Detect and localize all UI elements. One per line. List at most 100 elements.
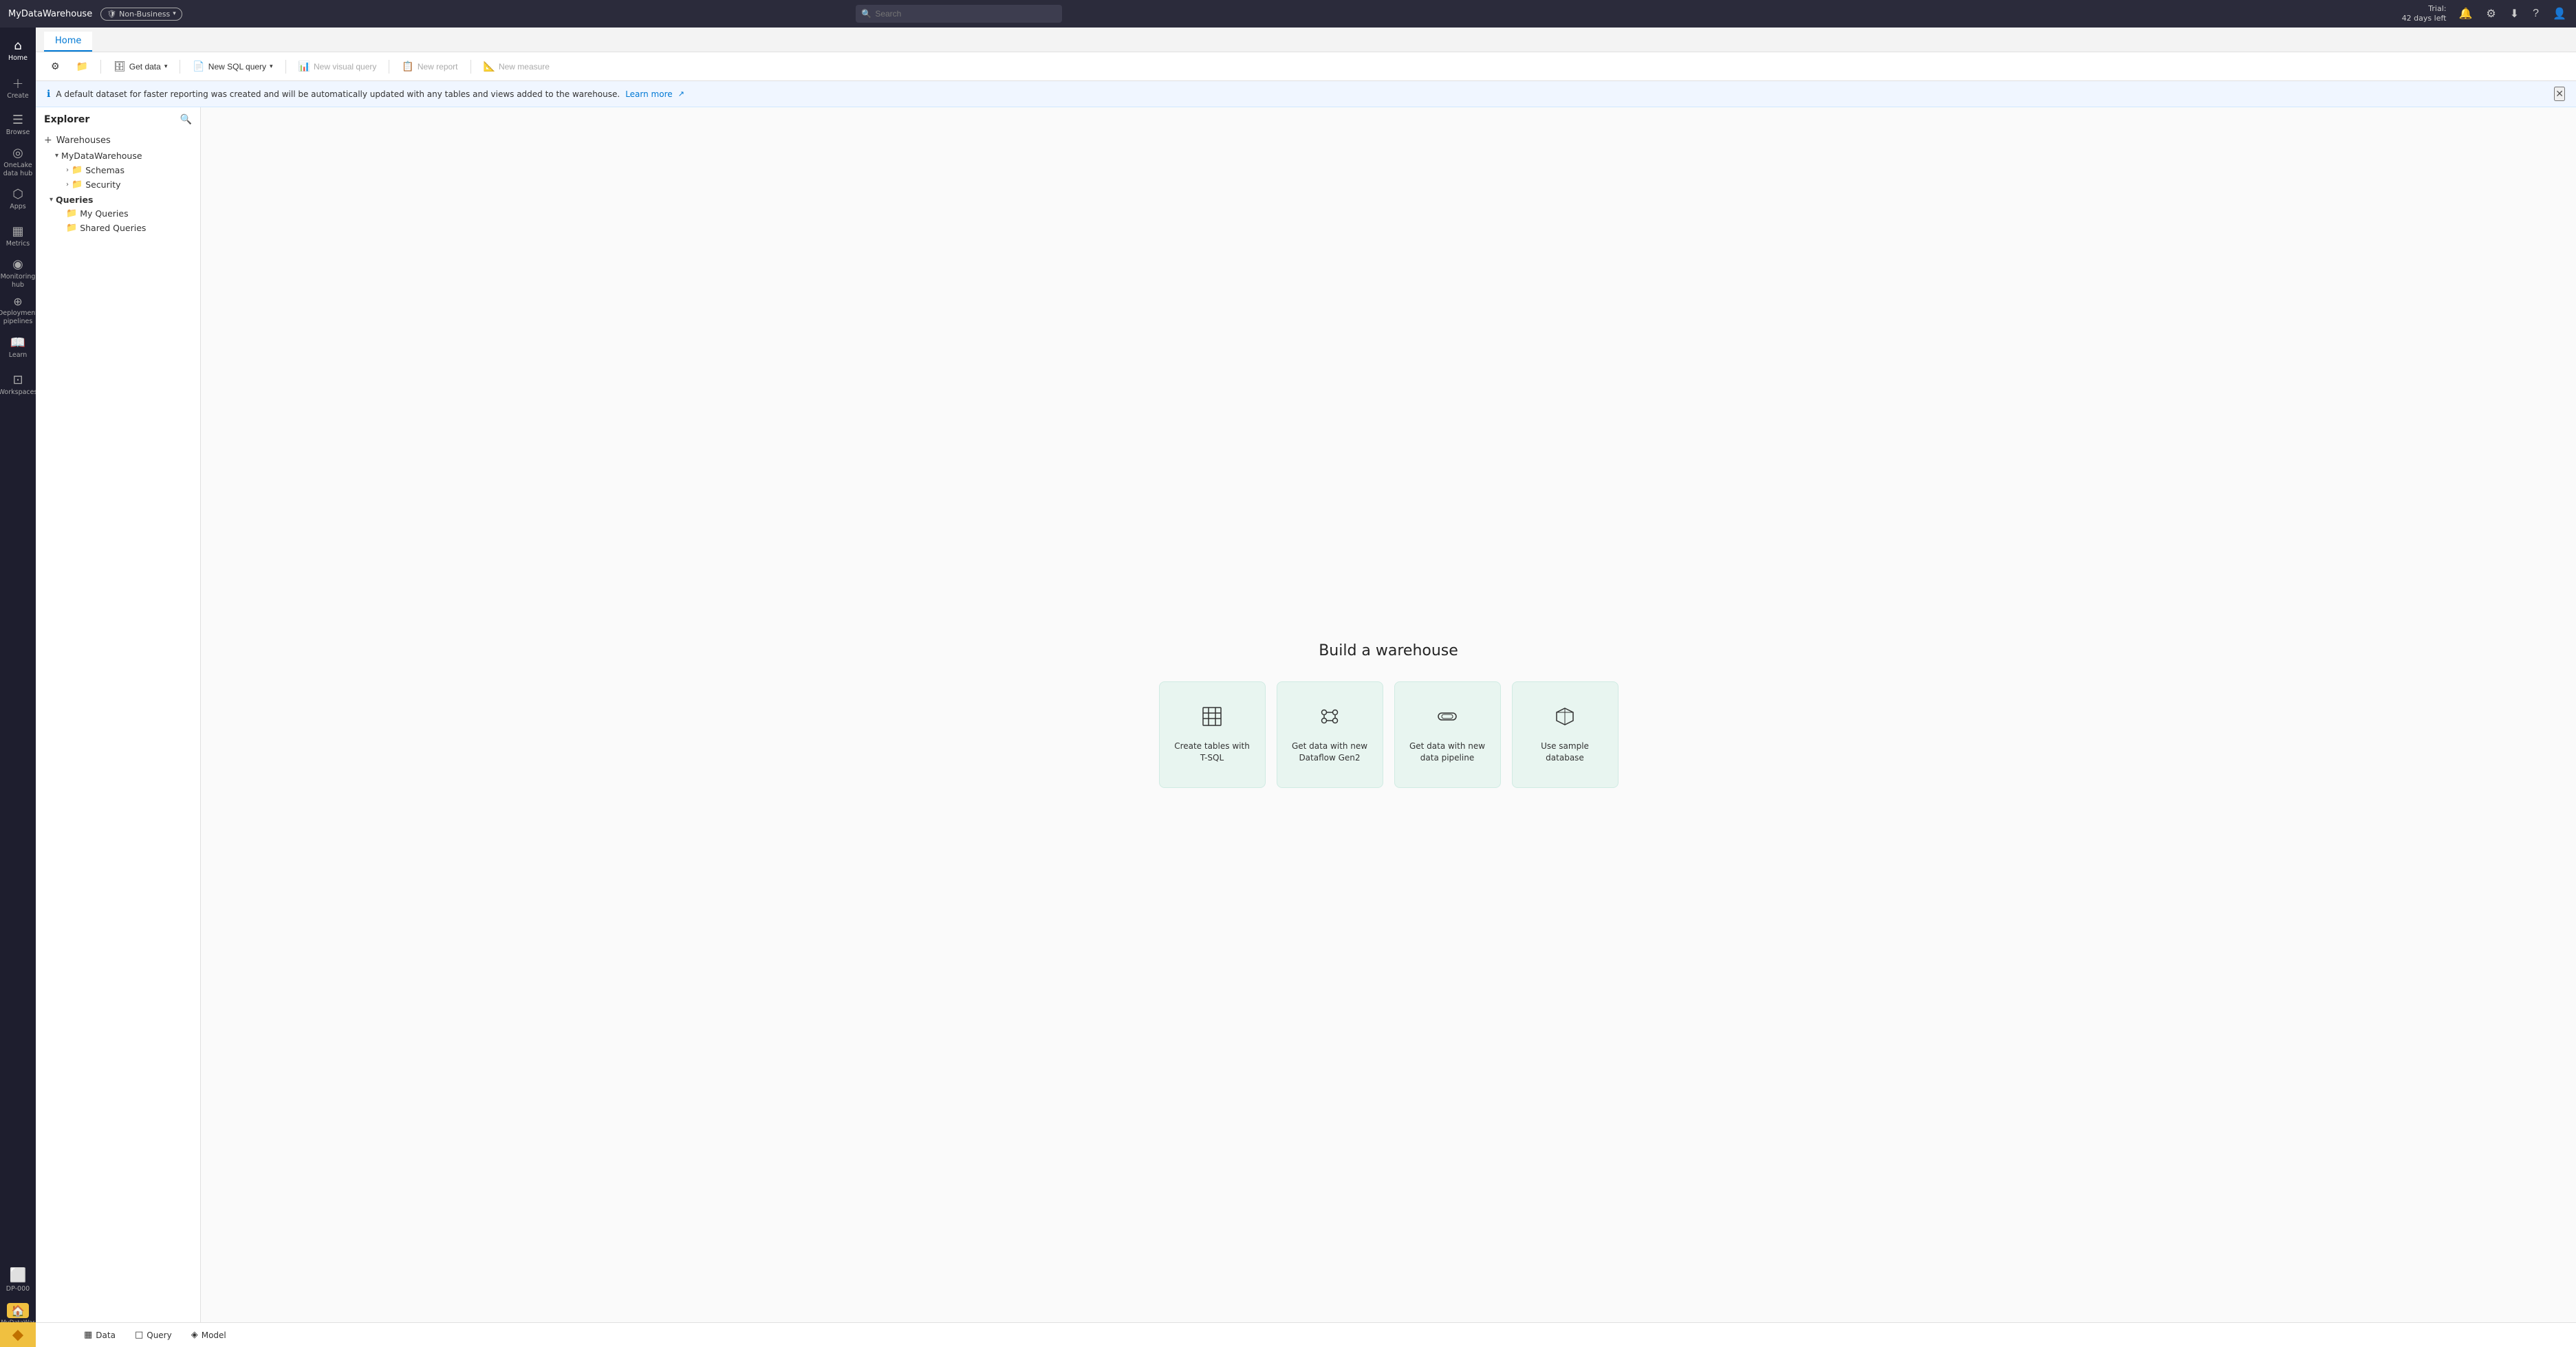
chevron-down-icon: ▾ (173, 10, 176, 17)
settings-toolbar-button[interactable]: ⚙ (44, 57, 67, 76)
expand-chevron: ▾ (55, 152, 58, 160)
sidebar-item-workspaces[interactable]: ⊡ Workspaces (1, 367, 34, 403)
help-button[interactable]: ? (2531, 6, 2540, 21)
query-tab-icon: □ (135, 1330, 143, 1340)
bottom-tabs: ▦ Data □ Query ◈ Model (80, 1327, 230, 1343)
sidebar-item-metrics[interactable]: ▦ Metrics (1, 219, 34, 254)
app-name: MyDataWarehouse (8, 9, 92, 19)
main-layout: ⌂ Home + Create ☰ Browse ◎ OneLake data … (0, 28, 2576, 1347)
external-link-icon: ↗ (678, 89, 684, 98)
search-icon: 🔍 (861, 9, 872, 19)
cards-grid: Create tables with T-SQL (1159, 681, 1619, 788)
queries-section[interactable]: ▾ Queries (36, 192, 200, 206)
tab-home[interactable]: Home (44, 32, 92, 52)
card-sample-db[interactable]: Use sample database (1512, 681, 1619, 788)
info-banner-text: A default dataset for faster reporting w… (56, 89, 620, 99)
sql-icon: 📄 (193, 61, 204, 72)
card-sample-db-label: Use sample database (1524, 741, 1607, 764)
account-button[interactable]: 👤 (2551, 6, 2568, 22)
sidebar-item-label-monitoring: Monitoring hub (1, 273, 36, 289)
queries-chevron: ▾ (50, 196, 53, 204)
sidebar-item-browse[interactable]: ☰ Browse (1, 107, 34, 143)
explorer-tree: + Warehouses ▾ MyDataWarehouse › 📁 Schem… (36, 129, 200, 1322)
card-create-tables[interactable]: Create tables with T-SQL (1159, 681, 1266, 788)
explorer-title: Explorer (44, 114, 89, 125)
non-business-badge: 🛡 Non-Business ▾ (100, 8, 182, 21)
warehouse-icon: 🏠 (7, 1303, 29, 1318)
get-data-button[interactable]: 🗄 Get data ▾ (107, 57, 174, 76)
bottom-tab-model[interactable]: ◈ Model (187, 1327, 230, 1343)
shared-queries-node[interactable]: 📁 Shared Queries (36, 221, 200, 235)
search-input[interactable] (875, 9, 1057, 19)
schemas-folder-icon: 📁 (72, 165, 83, 175)
sidebar-item-onelake[interactable]: ◎ OneLake data hub (1, 144, 34, 180)
divider-5 (470, 60, 471, 74)
database-icon: 🗄 (113, 61, 126, 72)
new-report-button[interactable]: 📋 New report (395, 57, 464, 76)
main-canvas: Build a warehouse (201, 107, 2576, 1322)
add-icon: + (44, 135, 52, 146)
sidebar-item-learn[interactable]: 📖 Learn (1, 330, 34, 366)
visual-query-icon: 📊 (299, 61, 310, 72)
security-node[interactable]: › 📁 Security (36, 177, 200, 192)
card-pipeline-label: Get data with new data pipeline (1406, 741, 1489, 764)
sidebar-item-dp000[interactable]: ⬜ DP-000 (1, 1262, 34, 1297)
sidebar-item-label-workspaces: Workspaces (0, 388, 37, 396)
explorer-header: Explorer 🔍 (36, 107, 200, 129)
tab-bar: Home (36, 28, 2576, 52)
divider-3 (285, 60, 286, 74)
report-icon: 📋 (402, 61, 413, 72)
sidebar-item-monitoring[interactable]: ◉ Monitoring hub (1, 256, 34, 292)
gear-icon: ⚙ (51, 61, 60, 72)
bottom-bar: ⬥ ▦ Data □ Query ◈ Model (36, 1322, 2576, 1347)
dataflow-icon (1319, 705, 1341, 732)
explorer-panel: Explorer 🔍 + Warehouses ▾ MyDataWarehous… (36, 107, 201, 1322)
my-queries-node[interactable]: 📁 My Queries (36, 206, 200, 221)
card-pipeline[interactable]: Get data with new data pipeline (1394, 681, 1501, 788)
bottom-tab-data[interactable]: ▦ Data (80, 1327, 120, 1343)
schemas-label: Schemas (85, 165, 125, 175)
data-tab-icon: ▦ (84, 1330, 92, 1340)
learn-more-link[interactable]: Learn more (625, 89, 672, 99)
folder-toolbar-button[interactable]: 📁 (69, 57, 95, 76)
trial-info: Trial: 42 days left (2402, 4, 2447, 24)
settings-button[interactable]: ⚙ (2485, 6, 2497, 22)
sidebar-item-home[interactable]: ⌂ Home (1, 33, 34, 69)
folder-icon: 📁 (76, 61, 88, 72)
sidebar-nav: ⌂ Home + Create ☰ Browse ◎ OneLake data … (0, 28, 36, 1347)
shared-queries-folder-icon: 📁 (66, 223, 77, 233)
sidebar-item-create[interactable]: + Create (1, 70, 34, 106)
bottom-tab-query[interactable]: □ Query (131, 1327, 176, 1343)
mydatawarehouse-label: MyDataWarehouse (61, 151, 142, 161)
sidebar-item-label-metrics: Metrics (6, 240, 30, 248)
queries-label: Queries (56, 195, 93, 205)
sidebar-item-label-browse: Browse (6, 129, 30, 136)
search-box[interactable]: 🔍 (856, 5, 1062, 23)
card-dataflow[interactable]: Get data with new Dataflow Gen2 (1277, 681, 1383, 788)
sidebar-item-deployment[interactable]: ⊕ Deployment pipelines (1, 293, 34, 329)
sidebar-item-label-apps: Apps (10, 203, 26, 210)
my-queries-label: My Queries (80, 208, 128, 219)
workspaces-icon: ⊡ (12, 374, 23, 386)
explorer-search-icon[interactable]: 🔍 (180, 114, 192, 125)
warehouses-root[interactable]: + Warehouses (36, 132, 200, 149)
create-icon: + (12, 76, 24, 90)
dp000-label: DP-000 (6, 1285, 30, 1293)
new-visual-query-button[interactable]: 📊 New visual query (292, 57, 384, 76)
table-icon (1201, 705, 1223, 732)
build-warehouse-title: Build a warehouse (1319, 642, 1458, 659)
mydatawarehouse-node[interactable]: ▾ MyDataWarehouse (36, 149, 200, 163)
download-button[interactable]: ⬇ (2509, 6, 2520, 22)
model-tab-icon: ◈ (191, 1330, 198, 1340)
new-measure-button[interactable]: 📐 New measure (477, 57, 556, 76)
sidebar-item-label-deployment: Deployment pipelines (0, 309, 38, 325)
my-queries-folder-icon: 📁 (66, 208, 77, 219)
schemas-node[interactable]: › 📁 Schemas (36, 163, 200, 177)
info-icon: ℹ (47, 89, 50, 100)
monitoring-icon: ◉ (12, 259, 23, 271)
banner-close-button[interactable]: ✕ (2554, 87, 2565, 101)
notifications-button[interactable]: 🔔 (2457, 6, 2474, 22)
learn-icon: 📖 (10, 337, 25, 349)
new-sql-query-button[interactable]: 📄 New SQL query ▾ (186, 57, 279, 76)
sidebar-item-apps[interactable]: ⬡ Apps (1, 182, 34, 217)
